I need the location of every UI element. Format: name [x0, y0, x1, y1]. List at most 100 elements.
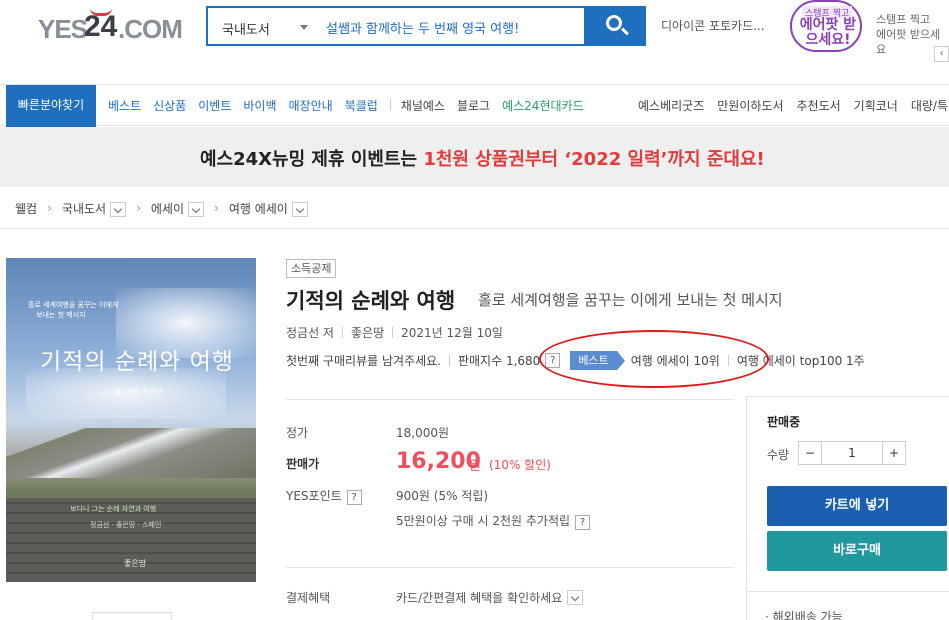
breadcrumb-travel-essay[interactable]: 여행 에세이: [229, 200, 288, 217]
review-prompt-link[interactable]: 첫번째 구매리뷰를 남겨주세요.: [286, 352, 441, 369]
logo-24: 24: [84, 10, 118, 43]
add-to-cart-button[interactable]: 카트에 넣기: [767, 486, 947, 526]
divider: [0, 228, 949, 229]
breadcrumb-home[interactable]: 웰컴: [15, 200, 37, 217]
breadcrumb-domestic[interactable]: 국내도서: [62, 200, 106, 217]
quantity-label: 수량: [767, 448, 790, 462]
nav-item-goods[interactable]: 예스베리굿즈: [638, 97, 704, 114]
overseas-shipping-note: · 해외배송 가능: [765, 610, 843, 620]
stamp-badge-big-text: 에어팟 받으세요!: [799, 17, 857, 48]
tax-deduction-badge: 소득공제: [286, 259, 337, 278]
yes-points-help-icon[interactable]: ?: [346, 490, 362, 505]
search-input[interactable]: [326, 16, 576, 38]
extra-points-text: 5만원이상 구매 시 2천원 추가적립: [396, 514, 571, 528]
search-button[interactable]: [586, 6, 646, 46]
nav-item-bookclub[interactable]: 북클럽: [345, 97, 378, 114]
quantity-decrease-button[interactable]: −: [798, 441, 822, 465]
breadcrumb-dropdown-icon[interactable]: [188, 201, 205, 217]
discount-rate: (10% 할인): [489, 458, 551, 472]
nav-item-best[interactable]: 베스트: [108, 97, 141, 114]
list-price-label: 정가: [286, 426, 309, 440]
cover-publisher: 좋은땅: [124, 559, 147, 568]
nav-item-recommended[interactable]: 추천도서: [797, 97, 841, 114]
divider: [286, 399, 734, 400]
book-publisher-link[interactable]: 좋은땅: [351, 324, 384, 341]
quick-category-button[interactable]: 빠른분야찾기: [6, 85, 96, 127]
meta-divider: [341, 327, 343, 338]
book-author-link[interactable]: 정금선 저: [286, 324, 334, 341]
quantity-input[interactable]: 1: [822, 441, 882, 465]
yes-points-value: 900원 (5% 적립): [396, 489, 489, 503]
chevron-right-icon: ›: [47, 201, 52, 215]
breadcrumb-dropdown-icon[interactable]: [110, 201, 127, 217]
payment-benefit-label: 결제혜택: [286, 591, 331, 605]
search-icon: [606, 15, 622, 31]
header: YES 24 .COM 국내도서 디아이콘 포토카드... 스탬프 찍고 에어팟…: [0, 0, 949, 84]
cover-title: 기적의 순례와 여행: [40, 349, 234, 375]
yes24-logo[interactable]: YES 24 .COM: [38, 8, 183, 48]
nav-item-new[interactable]: 신상품: [153, 97, 186, 114]
panel-divider: [747, 591, 949, 592]
highlight-oval: [539, 330, 769, 388]
payment-benefit-row: 카드/간편결제 혜택을 확인하세요: [396, 587, 584, 606]
chevron-right-icon: ›: [214, 201, 219, 215]
chevron-down-icon[interactable]: [300, 25, 308, 30]
cover-mountain: [6, 428, 256, 478]
book-meta: 정금선 저 좋은땅 2021년 12월 10일: [286, 324, 503, 341]
purchase-panel: 판매중 수량 − 1 + 카트에 넣기 바로구매 · 해외배송 가능: [746, 396, 949, 620]
nav-item-bulk[interactable]: 대량/특: [911, 97, 948, 114]
nav-item-event[interactable]: 이벤트: [198, 97, 231, 114]
nav-item-store[interactable]: 매장안내: [289, 97, 333, 114]
search-icon-handle: [621, 27, 629, 36]
banner-text: 예스24X뉴밍 제휴 이벤트는 1천원 상품권부터 ‘2022 일력’까지 준대…: [200, 145, 765, 171]
preview-button[interactable]: [92, 612, 172, 620]
cover-subtitle-line2: 보내는 첫 메시지: [36, 311, 86, 319]
breadcrumb-essay[interactable]: 에세이: [151, 200, 184, 217]
payment-benefit-value: 카드/간편결제 혜택을 확인하세요: [396, 591, 563, 605]
nav-item-hyundai-card[interactable]: 예스24현대카드: [502, 97, 584, 114]
breadcrumb: 웰컴 › 국내도서 › 에세이 › 여행 에세이: [15, 199, 308, 217]
search-category-select[interactable]: 국내도서: [222, 19, 270, 38]
cover-caption: 보다니 그는 순례 자연과 여행: [70, 505, 157, 513]
quantity-stepper: − 1 +: [798, 441, 906, 465]
book-publish-date: 2021년 12월 10일: [401, 326, 503, 340]
banner-text-red: 1천원 상품권부터 ‘2022 일력’까지 준대요!: [423, 149, 765, 170]
banner-text-black: 예스24X뉴밍 제휴 이벤트는: [200, 149, 424, 170]
stamp-event-badge[interactable]: 스탬프 찍고 에어팟 받으세요!: [790, 0, 862, 52]
meta-divider: [392, 327, 394, 338]
search-box: 국내도서: [206, 6, 586, 46]
book-title: 기적의 순례와 여행: [286, 289, 456, 313]
nav-item-under-10000[interactable]: 만원이하도서: [717, 97, 783, 114]
breadcrumb-dropdown-icon[interactable]: [291, 201, 308, 217]
chevron-down-icon[interactable]: [567, 590, 584, 605]
extra-points-row: 5만원이상 구매 시 2천원 추가적립?: [396, 512, 591, 530]
sales-index: 판매지수 1,680: [457, 354, 541, 368]
extra-points-help-icon[interactable]: ?: [575, 515, 591, 530]
main-nav: 빠른분야찾기 베스트 신상품 이벤트 바이백 매장안내 북클럽 채널예스 블로그…: [0, 84, 949, 127]
cover-subtitle-line1: 홀로 세계여행을 꿈꾸는 이에게: [28, 301, 119, 309]
quantity-increase-button[interactable]: +: [882, 441, 906, 465]
nav-divider: [389, 99, 391, 111]
cover-author: 글 · 사진 정금선: [114, 387, 162, 395]
yes-points-row: YES포인트?: [286, 487, 362, 505]
book-cover-image[interactable]: 홀로 세계여행을 꿈꾸는 이에게 보내는 첫 메시지 기적의 순례와 여행 글 …: [6, 258, 256, 582]
promo-link[interactable]: 디아이콘 포토카드...: [661, 17, 765, 34]
stamp-text-line1: 스탬프 찍고: [876, 13, 931, 26]
book-subtitle: 홀로 세계여행을 꿈꾸는 이에게 보내는 첫 메시지: [478, 291, 783, 309]
nav-item-channel-yes[interactable]: 채널예스: [401, 97, 445, 114]
yes-points-label: YES포인트: [286, 489, 342, 503]
carousel-prev-icon[interactable]: ‹: [934, 46, 949, 62]
nav-item-blog[interactable]: 블로그: [457, 97, 490, 114]
event-banner[interactable]: 예스24X뉴밍 제휴 이벤트는 1천원 상품권부터 ‘2022 일력’까지 준대…: [0, 127, 949, 187]
nav-item-buyback[interactable]: 바이백: [243, 97, 276, 114]
divider: [286, 567, 734, 568]
nav-menu: 베스트 신상품 이벤트 바이백 매장안내 북클럽 채널예스 블로그 예스24현대…: [108, 85, 596, 125]
chevron-right-icon: ›: [136, 201, 141, 215]
nav-right-menu: 예스베리굿즈 만원이하도서 추천도서 기획코너 대량/특: [638, 85, 949, 125]
sale-price-unit: 원: [469, 459, 481, 474]
nav-item-special[interactable]: 기획코너: [854, 97, 898, 114]
list-price-value: 18,000원: [396, 426, 450, 440]
buy-now-button[interactable]: 바로구매: [767, 531, 947, 571]
logo-com: .COM: [118, 14, 183, 44]
sale-price-label: 판매가: [286, 457, 320, 471]
